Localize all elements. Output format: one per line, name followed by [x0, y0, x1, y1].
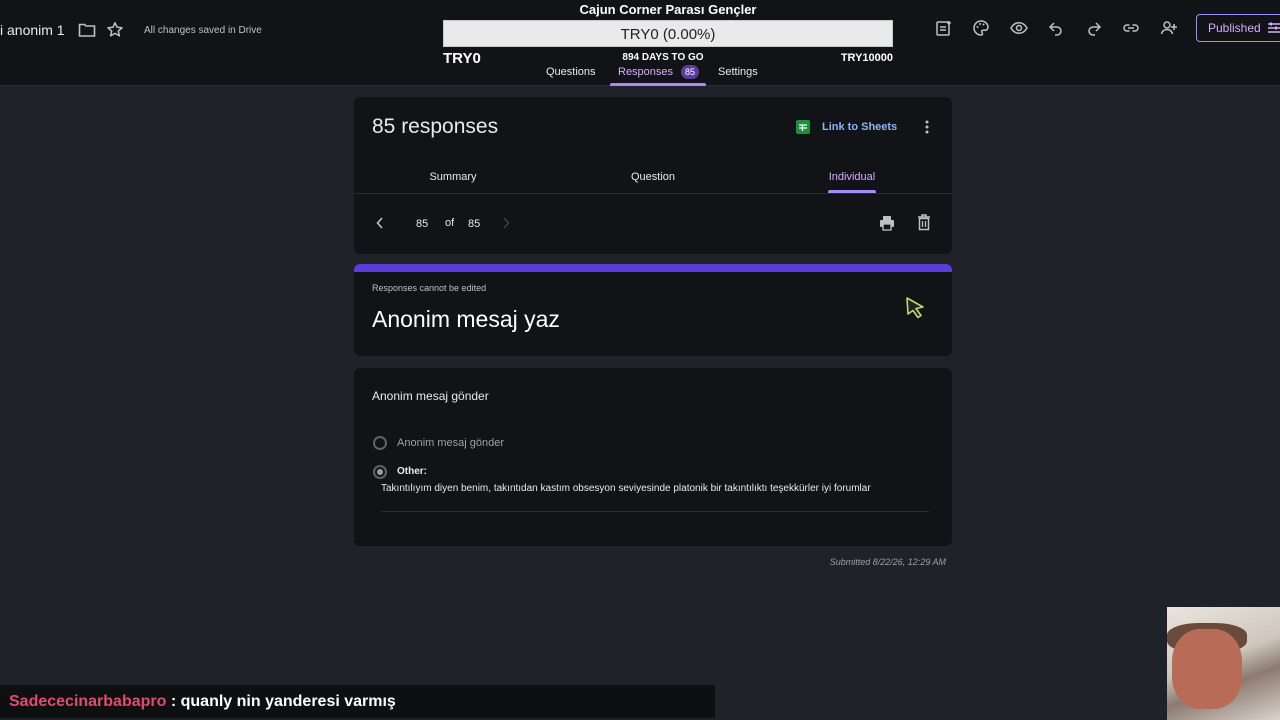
addon-icon[interactable] [935, 19, 953, 37]
page-of-label: of [445, 217, 455, 229]
goal-end-label: TRY10000 [840, 52, 893, 64]
palette-icon[interactable] [972, 19, 990, 37]
chat-message: quanly nin yanderesi varmış [180, 693, 396, 710]
page-current[interactable]: 85 [416, 218, 428, 230]
published-label: Published [1208, 21, 1261, 35]
print-icon[interactable] [879, 215, 895, 231]
page-total: 85 [468, 218, 481, 230]
document-title[interactable]: i anonim 1 [0, 22, 65, 38]
question-card: Anonim mesaj gönder Anonim mesaj gönder … [354, 368, 952, 546]
radio-selected-dot [377, 469, 383, 475]
mouse-cursor-icon [906, 297, 924, 319]
undo-icon[interactable] [1047, 19, 1065, 37]
tab-question[interactable]: Question [603, 171, 703, 183]
add-collaborator-icon[interactable] [1160, 19, 1178, 37]
chat-username: Sadececinarbabapro [9, 693, 167, 710]
form-accent-bar [354, 264, 952, 272]
radio-option-other [373, 465, 387, 479]
save-status: All changes saved in Drive [144, 25, 262, 36]
submitted-timestamp: Submitted 8/22/26, 12:29 AM [829, 557, 946, 567]
chevron-right-icon [503, 217, 510, 229]
link-to-sheets[interactable]: Link to Sheets [822, 121, 897, 133]
tab-settings[interactable]: Settings [718, 66, 758, 78]
goal-progress-bar: TRY0 (0.00%) [443, 20, 893, 47]
top-bar: i anonim 1 All changes saved in Drive Ca… [0, 0, 1280, 86]
tab-individual[interactable]: Individual [802, 171, 902, 183]
webcam-figure [1172, 629, 1242, 709]
chevron-left-icon[interactable] [375, 216, 385, 230]
active-tab-indicator [610, 83, 706, 86]
tab-responses[interactable]: Responses [618, 66, 673, 78]
tab-questions[interactable]: Questions [546, 66, 596, 78]
form-title: Anonim mesaj yaz [372, 306, 560, 332]
other-label: Other: [397, 466, 427, 477]
other-answer-underline [381, 511, 929, 512]
preview-icon[interactable] [1010, 19, 1028, 37]
responses-card: 85 responses Link to Sheets Summary Ques… [354, 97, 952, 254]
folder-icon[interactable] [78, 22, 96, 38]
sheets-icon[interactable] [796, 120, 810, 134]
other-answer-text: Takıntılıyım diyen benim, takıntıdan kas… [381, 483, 871, 494]
more-options-icon[interactable] [924, 119, 930, 135]
question-title: Anonim mesaj gönder [372, 389, 489, 403]
link-icon[interactable] [1122, 19, 1140, 37]
star-icon[interactable] [106, 21, 124, 39]
goal-progress-text: TRY0 (0.00%) [620, 26, 716, 43]
divider [354, 193, 952, 194]
redo-icon[interactable] [1085, 19, 1103, 37]
publish-settings-icon[interactable] [1267, 21, 1280, 35]
chat-overlay: Sadececinarbabapro : quanly nin yanderes… [0, 685, 715, 718]
responses-count: 85 responses [372, 115, 499, 138]
chat-separator: : [166, 693, 181, 710]
webcam-overlay [1167, 607, 1280, 720]
not-editable-notice: Responses cannot be edited [372, 283, 487, 293]
tab-summary[interactable]: Summary [403, 171, 503, 183]
responses-count-badge: 85 [681, 65, 699, 79]
option-label: Anonim mesaj gönder [397, 437, 505, 449]
trash-icon[interactable] [917, 214, 931, 231]
radio-option-1 [373, 436, 387, 450]
goal-title: Cajun Corner Parası Gençler [579, 2, 757, 17]
form-header-card: Responses cannot be edited Anonim mesaj … [354, 264, 952, 356]
